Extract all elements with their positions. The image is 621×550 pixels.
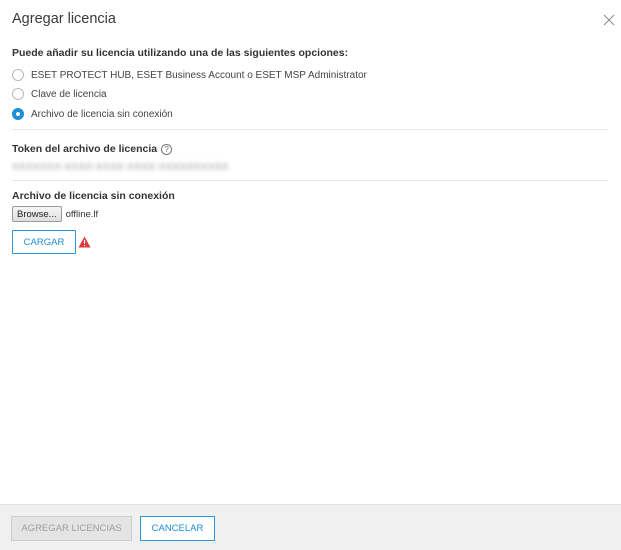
dialog-footer: AGREGAR LICENCIAS CANCELAR bbox=[0, 504, 621, 550]
radio-license-key[interactable] bbox=[12, 88, 24, 100]
option-label: Archivo de licencia sin conexión bbox=[31, 108, 173, 120]
options-heading: Puede añadir su licencia utilizando una … bbox=[12, 47, 349, 59]
radio-eset-protect-hub[interactable] bbox=[12, 69, 24, 81]
option-license-key[interactable]: Clave de licencia bbox=[12, 87, 107, 101]
upload-button[interactable]: CARGAR bbox=[12, 230, 76, 254]
radio-offline-license-file[interactable] bbox=[12, 108, 24, 120]
file-picker: Browse... offline.lf bbox=[12, 206, 98, 222]
token-label: Token del archivo de licencia? bbox=[12, 143, 173, 155]
add-licenses-button[interactable]: AGREGAR LICENCIAS bbox=[11, 516, 132, 541]
dialog-title: Agregar licencia bbox=[12, 11, 116, 27]
token-label-text: Token del archivo de licencia bbox=[12, 143, 158, 155]
close-icon[interactable] bbox=[600, 11, 618, 29]
offline-file-label: Archivo de licencia sin conexión bbox=[12, 190, 175, 202]
option-offline-license-file[interactable]: Archivo de licencia sin conexión bbox=[12, 107, 173, 121]
add-license-dialog: Agregar licencia Puede añadir su licenci… bbox=[0, 0, 621, 550]
browse-button[interactable]: Browse... bbox=[12, 206, 62, 222]
selected-file-name: offline.lf bbox=[65, 208, 99, 220]
help-circle-icon[interactable]: ? bbox=[161, 144, 173, 155]
divider bbox=[12, 129, 608, 130]
warning-icon bbox=[78, 235, 91, 248]
option-label: Clave de licencia bbox=[31, 88, 107, 100]
option-label: ESET PROTECT HUB, ESET Business Account … bbox=[31, 69, 367, 81]
cancel-button[interactable]: CANCELAR bbox=[140, 516, 215, 541]
divider bbox=[12, 180, 608, 181]
token-value: XXXXXXX-XXXX-XXXX-XXXX-XXXXXXXXXX bbox=[12, 162, 229, 173]
option-eset-protect-hub[interactable]: ESET PROTECT HUB, ESET Business Account … bbox=[12, 68, 367, 82]
